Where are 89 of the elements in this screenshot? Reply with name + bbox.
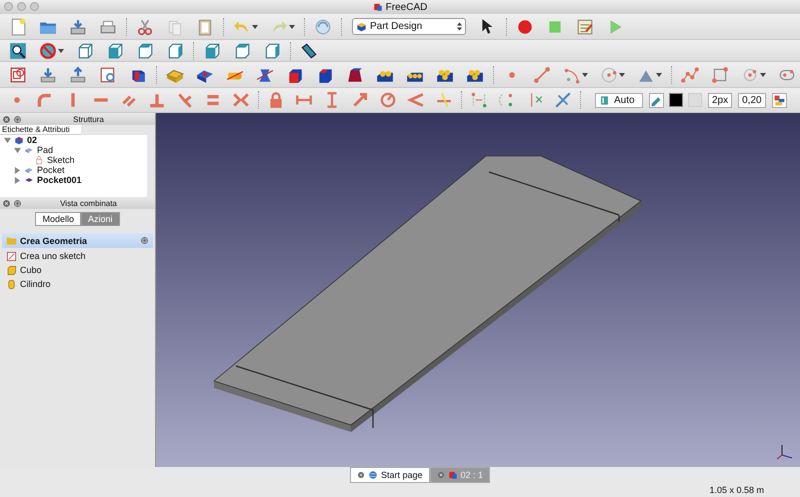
updown-arrow-icon xyxy=(457,22,462,31)
no-sign-icon[interactable] xyxy=(39,42,57,60)
line-icon[interactable] xyxy=(533,66,551,84)
panel-title: Struttura xyxy=(72,114,105,124)
sketch-icon[interactable] xyxy=(6,250,17,262)
point-on-object-icon[interactable] xyxy=(435,91,453,109)
pocket-icon xyxy=(24,175,34,185)
new-document-icon[interactable] xyxy=(9,18,27,36)
close-icon[interactable] xyxy=(2,198,11,208)
cube-left-icon[interactable] xyxy=(263,42,281,60)
tangent-icon[interactable] xyxy=(176,91,194,109)
collapsed-arrow-icon[interactable] xyxy=(14,166,21,174)
dropdown-arrow-icon[interactable] xyxy=(760,72,766,78)
window-title: FreeCAD xyxy=(386,2,428,12)
task-link[interactable]: Cilindro xyxy=(20,279,51,289)
undock-icon[interactable] xyxy=(13,114,22,124)
cube-icon[interactable] xyxy=(6,264,17,276)
radius-icon[interactable] xyxy=(379,91,397,109)
line-color-swatch[interactable] xyxy=(669,93,683,107)
cube-icon[interactable] xyxy=(76,42,94,60)
draft-icon[interactable] xyxy=(346,66,364,84)
cylinder-icon[interactable] xyxy=(6,278,17,290)
tree-item[interactable]: Pad xyxy=(37,145,54,155)
polyline-icon[interactable] xyxy=(681,66,699,84)
cube-bottom-icon[interactable] xyxy=(233,42,251,60)
cube-side-icon[interactable] xyxy=(166,42,184,60)
tray-up-icon[interactable] xyxy=(69,66,87,84)
map-icon[interactable] xyxy=(99,66,117,84)
face-color-swatch[interactable] xyxy=(688,93,702,107)
rectangle-icon[interactable] xyxy=(711,66,729,84)
tree-item[interactable]: 02 xyxy=(27,135,38,145)
tree-item[interactable]: Pocket001 xyxy=(37,175,82,185)
pad-icon xyxy=(24,145,34,155)
task-box-header[interactable]: Crea Geometria xyxy=(2,233,153,248)
workbench-icon xyxy=(356,21,367,32)
task-link[interactable]: Crea uno sketch xyxy=(20,251,86,261)
workbench-dropdown[interactable]: Part Design xyxy=(352,18,466,35)
task-link[interactable]: Cubo xyxy=(20,265,42,275)
pocket-icon xyxy=(24,165,34,175)
dropdown-arrow-icon[interactable] xyxy=(582,72,588,78)
record-icon[interactable] xyxy=(516,18,534,36)
dropdown-arrow-icon[interactable] xyxy=(656,72,662,78)
angle-icon[interactable] xyxy=(407,91,425,109)
folder-icon xyxy=(6,235,17,246)
document-tab[interactable]: Start page xyxy=(350,467,430,483)
panel-tab[interactable]: Modello xyxy=(35,212,81,226)
save-icon[interactable] xyxy=(69,18,87,36)
collapse-icon[interactable] xyxy=(140,236,149,245)
dropdown-arrow-icon[interactable] xyxy=(619,72,625,78)
select-line-icon[interactable] xyxy=(554,91,572,109)
tree-item[interactable]: Sketch xyxy=(47,155,75,165)
symmetric-icon[interactable] xyxy=(232,91,250,109)
cube-front-icon[interactable] xyxy=(106,42,124,60)
point-size-spinner[interactable]: 0,20 xyxy=(738,92,766,108)
line-width-spinner[interactable]: 2px xyxy=(708,92,732,108)
globe-icon xyxy=(368,470,378,480)
collapsed-arrow-icon[interactable] xyxy=(14,176,21,184)
close-icon[interactable] xyxy=(2,114,11,124)
clipboard-icon[interactable] xyxy=(196,18,214,36)
cube-top-icon[interactable] xyxy=(136,42,154,60)
app-icon xyxy=(372,2,383,12)
tray-down-icon[interactable] xyxy=(39,66,57,84)
line-mode-button[interactable]: Auto xyxy=(595,92,643,108)
expanded-arrow-icon[interactable] xyxy=(14,146,21,154)
notepad-icon[interactable] xyxy=(576,18,594,36)
zoom-fit-icon[interactable] xyxy=(9,42,27,60)
status-text: 1.05 x 0.58 m xyxy=(709,485,764,495)
dropdown-arrow-icon[interactable] xyxy=(58,48,64,54)
axis-icon xyxy=(776,443,794,461)
panel-tab[interactable]: Azioni xyxy=(81,212,120,226)
expanded-arrow-icon[interactable] xyxy=(4,136,11,144)
panel-title: Vista combinata xyxy=(59,198,118,208)
tree-item[interactable]: Pocket xyxy=(37,165,65,175)
column-header: Etichette & Attributi xyxy=(0,125,81,135)
scissors-icon[interactable] xyxy=(136,18,154,36)
diagonal-arrow-icon[interactable] xyxy=(351,91,369,109)
close-icon[interactable] xyxy=(436,471,444,479)
document-icon xyxy=(448,470,458,480)
close-icon[interactable] xyxy=(356,471,365,479)
refresh-icon[interactable] xyxy=(314,18,332,36)
part-icon xyxy=(14,135,24,145)
color-icon[interactable] xyxy=(772,94,786,106)
undock-icon[interactable] xyxy=(13,198,22,208)
cube-rear-icon[interactable] xyxy=(203,42,221,60)
sketch-icon[interactable] xyxy=(9,66,27,84)
sketch-icon xyxy=(34,155,44,165)
select-points-icon[interactable] xyxy=(470,91,488,109)
dropdown-arrow-icon[interactable] xyxy=(289,24,295,30)
dropdown-arrow-icon[interactable] xyxy=(252,24,258,30)
